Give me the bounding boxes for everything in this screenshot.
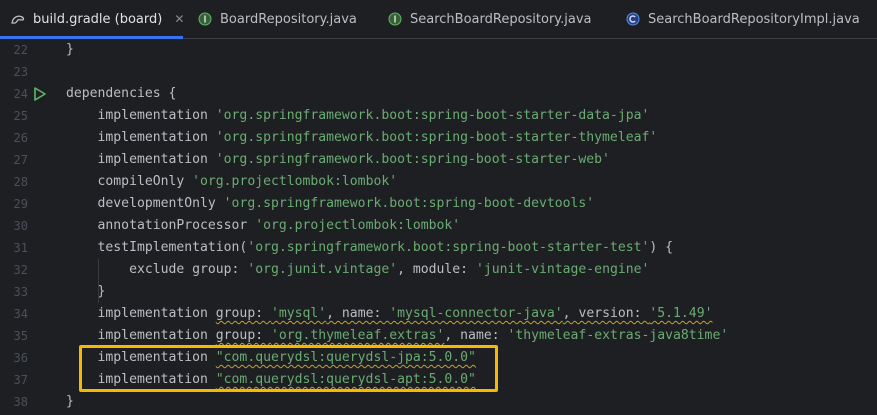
code-token: ) { [649, 240, 674, 255]
string-literal: 'org.projectlombok:lombok' [255, 218, 461, 233]
editor-tab-bar: build.gradle (board) ✕ BoardRepository.j… [0, 0, 877, 39]
string-literal: 'org.springframework.boot:spring-boot-st… [247, 240, 650, 255]
code-token: , module: [397, 262, 476, 277]
code-line: 28 compileOnly 'org.projectlombok:lombok… [0, 171, 877, 193]
code-text: exclude group: 'org.junit.vintage', modu… [66, 259, 649, 281]
string-literal: 'mysql' [270, 306, 327, 321]
code-text: } [66, 281, 106, 303]
string-literal: 'org.springframework.boot:spring-boot-st… [215, 152, 610, 167]
line-number: 31 [13, 241, 28, 255]
tab-search-board-repository[interactable]: SearchBoardRepository.java [367, 0, 603, 38]
code-token: group: [215, 306, 271, 321]
line-number: 30 [13, 219, 28, 233]
tab-label: build.gradle (board) [33, 11, 163, 27]
code-text: dependencies { [66, 83, 176, 105]
code-line: 38} [0, 391, 877, 413]
code-line: 32 exclude group: 'org.junit.vintage', m… [0, 259, 877, 281]
code-line: 31 testImplementation('org.springframewo… [0, 237, 877, 259]
tab-label: SearchBoardRepositoryImpl.java [648, 11, 860, 27]
code-token: implementation [66, 152, 216, 167]
line-number: 34 [13, 307, 28, 321]
interface-icon [387, 11, 403, 27]
code-editor[interactable]: 22} 23 24 dependencies { 25 implementation '… [0, 39, 877, 415]
code-token: group: [215, 328, 271, 343]
string-literal: 'org.springframework.boot:spring-boot-st… [215, 130, 658, 145]
string-literal: 'junit-vintage-engine' [475, 262, 650, 277]
string-literal: 'org.springframework.boot:spring-boot-de… [223, 196, 595, 211]
highlight-box [79, 345, 498, 392]
code-token: compileOnly [66, 174, 193, 189]
string-literal: 'org.junit.vintage' [247, 262, 398, 277]
line-number: 24 [13, 87, 28, 101]
code-line: 25 implementation 'org.springframework.b… [0, 105, 877, 127]
code-token: } [66, 394, 74, 409]
line-number: 38 [13, 395, 28, 409]
code-text: implementation 'org.springframework.boot… [66, 105, 650, 127]
code-line: 29 developmentOnly 'org.springframework.… [0, 193, 877, 215]
line-number: 28 [13, 175, 28, 189]
code-token: implementation [66, 328, 216, 343]
code-token: dependencies { [66, 86, 177, 101]
code-text: testImplementation('org.springframework.… [66, 237, 673, 259]
string-literal: 'mysql-connector-java' [389, 306, 563, 321]
line-number: 22 [13, 43, 28, 57]
run-gutter-icon[interactable] [33, 86, 47, 102]
code-text: compileOnly 'org.projectlombok:lombok' [66, 171, 398, 193]
string-literal: 'thymeleaf-extras-java8time' [507, 328, 729, 343]
tab-label: BoardRepository.java [220, 11, 357, 27]
code-text: implementation group: 'org.thymeleaf.ext… [66, 325, 729, 347]
code-line: 24 dependencies { [0, 83, 877, 105]
line-number: 23 [13, 65, 28, 79]
line-number: 32 [13, 263, 28, 277]
code-text: annotationProcessor 'org.projectlombok:l… [66, 215, 461, 237]
gradle-icon [10, 11, 26, 27]
code-text: } [66, 39, 74, 61]
code-token: } [66, 42, 74, 57]
code-token: implementation [66, 306, 216, 321]
code-line: 30 annotationProcessor 'org.projectlombo… [0, 215, 877, 237]
indent-guide [98, 259, 99, 303]
code-token: , name: [444, 328, 508, 343]
tab-search-board-repository-impl[interactable]: SearchBoardRepositoryImpl.java [603, 0, 868, 38]
string-literal: '5.1.49' [649, 306, 713, 321]
line-number: 26 [13, 131, 28, 145]
string-literal: 'org.springframework.boot:spring-boot-st… [215, 108, 650, 123]
string-literal: 'org.projectlombok:lombok' [192, 174, 398, 189]
line-number: 36 [13, 351, 28, 365]
line-number: 33 [13, 285, 28, 299]
code-text: implementation 'org.springframework.boot… [66, 127, 658, 149]
code-line: 35 implementation group: 'org.thymeleaf.… [0, 325, 877, 347]
string-literal: 'org.thymeleaf.extras' [270, 328, 445, 343]
code-text: implementation group: 'mysql', name: 'my… [66, 303, 713, 325]
line-number: 35 [13, 329, 28, 343]
tab-label: SearchBoardRepository.java [410, 11, 592, 27]
code-token: exclude group: [66, 262, 248, 277]
line-number: 25 [13, 109, 28, 123]
code-token: implementation [66, 130, 216, 145]
code-line: 26 implementation 'org.springframework.b… [0, 127, 877, 149]
tab-board-repository[interactable]: BoardRepository.java [183, 0, 367, 38]
code-line: 22} [0, 39, 877, 61]
line-number: 37 [13, 373, 28, 387]
code-line: 23 [0, 61, 877, 83]
code-text: implementation 'org.springframework.boot… [66, 149, 610, 171]
code-line: 34 implementation group: 'mysql', name: … [0, 303, 877, 325]
code-text: } [66, 391, 74, 413]
tab-build-gradle[interactable]: build.gradle (board) ✕ [0, 0, 184, 39]
line-number: 27 [13, 153, 28, 167]
code-token: } [66, 284, 106, 299]
code-token: testImplementation( [66, 240, 248, 255]
code-line: 33 } [0, 281, 877, 303]
code-token: implementation [66, 108, 216, 123]
code-token: annotationProcessor [66, 218, 256, 233]
line-number: 29 [13, 197, 28, 211]
code-token: , name: [326, 306, 390, 321]
code-token: developmentOnly [66, 196, 224, 211]
code-text: developmentOnly 'org.springframework.boo… [66, 193, 595, 215]
code-line: 27 implementation 'org.springframework.b… [0, 149, 877, 171]
interface-icon [197, 11, 213, 27]
class-icon [625, 11, 641, 27]
code-token: , version: [562, 306, 650, 321]
